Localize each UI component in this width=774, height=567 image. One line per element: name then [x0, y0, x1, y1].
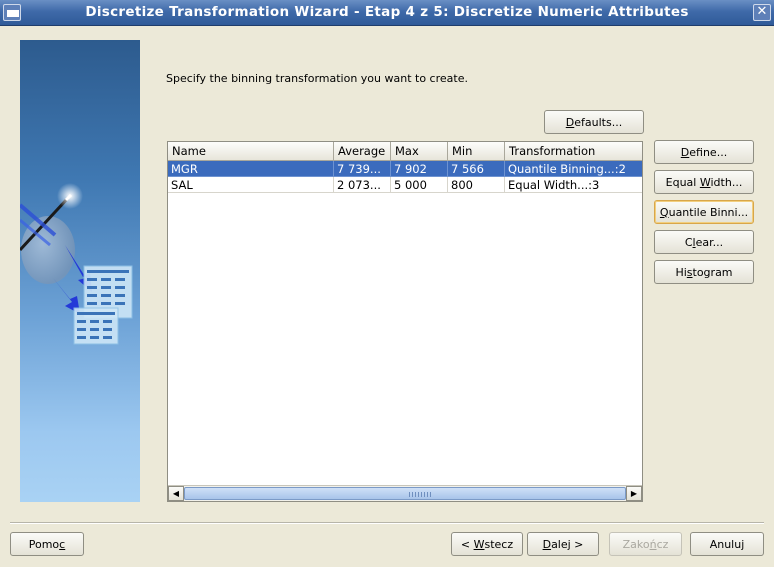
- close-icon[interactable]: ✕: [753, 4, 771, 21]
- equal-width-button-label: Equal Width...: [665, 175, 743, 189]
- scrollbar-thumb[interactable]: [184, 487, 626, 500]
- cell-min: 800: [448, 177, 505, 193]
- title-bar[interactable]: Discretize Transformation Wizard - Etap …: [0, 0, 774, 26]
- cell-name: SAL: [168, 177, 334, 193]
- finish-button-label: Zakończ: [622, 537, 669, 551]
- column-header-transformation[interactable]: Transformation: [505, 142, 642, 161]
- clear-button[interactable]: Clear...: [654, 230, 754, 254]
- wizard-body: Specify the binning transformation you w…: [0, 26, 774, 567]
- cancel-button[interactable]: Anuluj: [690, 532, 764, 556]
- define-button-label: Define...: [680, 145, 728, 159]
- table-header: Name Average Max Min Transformation: [168, 142, 642, 161]
- next-button-label: Dalej >: [542, 537, 584, 551]
- cell-max: 5 000: [391, 177, 448, 193]
- cell-average: 7 739...: [334, 161, 391, 177]
- cell-max: 7 902: [391, 161, 448, 177]
- table-row[interactable]: MGR 7 739... 7 902 7 566 Quantile Binnin…: [168, 161, 642, 177]
- cell-transformation: Equal Width...:3: [505, 177, 642, 193]
- cell-transformation: Quantile Binning...:2: [505, 161, 642, 177]
- horizontal-scrollbar[interactable]: ◀ ▶: [168, 485, 642, 501]
- window-menu-icon[interactable]: [3, 4, 21, 21]
- cell-min: 7 566: [448, 161, 505, 177]
- defaults-button-label: Defaults...: [565, 115, 623, 129]
- define-button[interactable]: Define...: [654, 140, 754, 164]
- equal-width-button[interactable]: Equal Width...: [654, 170, 754, 194]
- instruction-text: Specify the binning transformation you w…: [166, 72, 468, 85]
- magic-wand-illustration: [20, 183, 133, 345]
- attributes-table[interactable]: Name Average Max Min Transformation MGR …: [167, 141, 643, 502]
- next-button[interactable]: Dalej >: [527, 532, 599, 556]
- clear-button-label: Clear...: [684, 235, 724, 249]
- column-header-average[interactable]: Average: [334, 142, 391, 161]
- column-header-max[interactable]: Max: [391, 142, 448, 161]
- back-button[interactable]: < Wstecz: [451, 532, 523, 556]
- scroll-left-icon[interactable]: ◀: [168, 486, 184, 501]
- back-button-label: < Wstecz: [460, 537, 514, 551]
- cell-name: MGR: [168, 161, 334, 177]
- grip-icon: [409, 492, 431, 497]
- histogram-button[interactable]: Histogram: [654, 260, 754, 284]
- scroll-right-icon[interactable]: ▶: [626, 486, 642, 501]
- quantile-binning-button[interactable]: Quantile Binni...: [654, 200, 754, 224]
- finish-button[interactable]: Zakończ: [609, 532, 682, 556]
- cancel-button-label: Anuluj: [709, 537, 745, 551]
- column-header-name[interactable]: Name: [168, 142, 334, 161]
- wizard-side-image: [20, 40, 140, 502]
- defaults-button[interactable]: Defaults...: [544, 110, 644, 134]
- window-title: Discretize Transformation Wizard - Etap …: [85, 4, 689, 20]
- column-header-min[interactable]: Min: [448, 142, 505, 161]
- quantile-binning-button-label: Quantile Binni...: [659, 205, 749, 219]
- footer-separator: [10, 522, 764, 524]
- help-button[interactable]: Pomoc: [10, 532, 84, 556]
- histogram-button-label: Histogram: [675, 265, 733, 279]
- table-row[interactable]: SAL 2 073... 5 000 800 Equal Width...:3: [168, 177, 642, 193]
- table-body: MGR 7 739... 7 902 7 566 Quantile Binnin…: [168, 161, 642, 193]
- help-button-label: Pomoc: [28, 537, 66, 551]
- cell-average: 2 073...: [334, 177, 391, 193]
